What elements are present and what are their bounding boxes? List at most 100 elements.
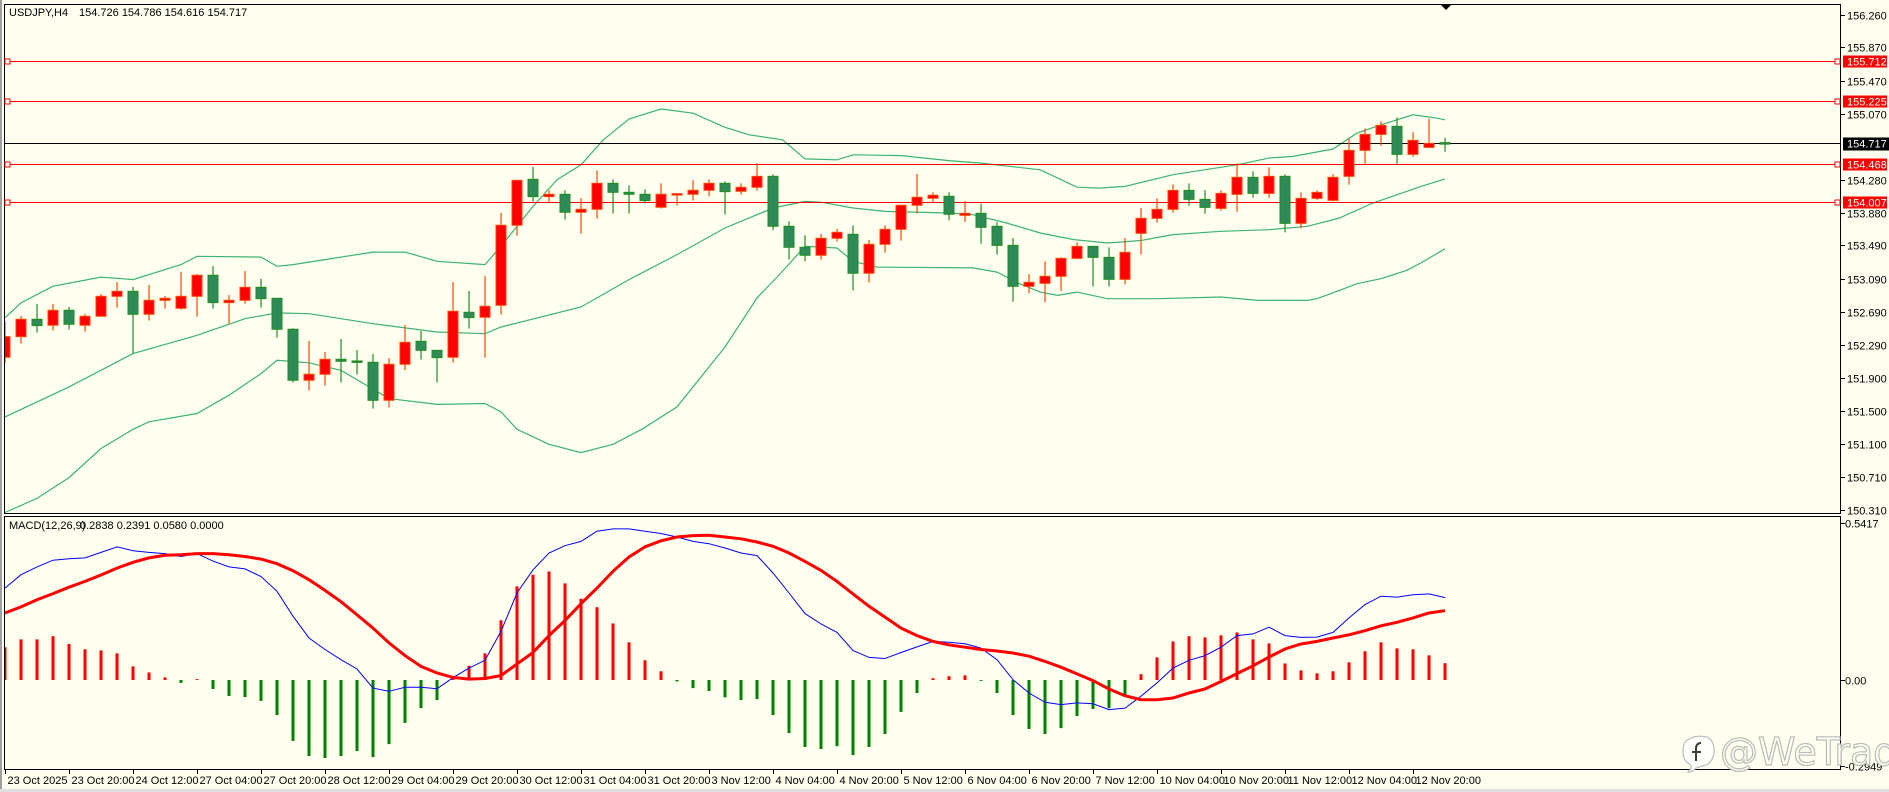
time-tick-label: 10 Nov 04:00 bbox=[1160, 775, 1225, 787]
candle-body bbox=[1103, 256, 1115, 280]
candle bbox=[383, 358, 395, 408]
candle-body bbox=[143, 299, 155, 315]
time-tick-label: 12 Nov 04:00 bbox=[1352, 775, 1417, 787]
candle-body bbox=[783, 225, 795, 248]
macd-values: 0.2838 0.2391 0.0580 0.0000 bbox=[80, 520, 224, 532]
time-tick-label: 30 Oct 12:00 bbox=[520, 775, 583, 787]
candle-body bbox=[1039, 275, 1051, 284]
line-handle-icon[interactable] bbox=[1834, 98, 1841, 105]
candle-body bbox=[175, 295, 187, 309]
macd-label: MACD(12,26,9) bbox=[9, 520, 85, 532]
price-tick-label: 150.710 bbox=[1847, 473, 1887, 485]
line-handle-icon[interactable] bbox=[1834, 199, 1841, 206]
price-tick-label: 156.260 bbox=[1847, 11, 1887, 23]
candle bbox=[767, 174, 779, 231]
candle-body bbox=[527, 178, 539, 198]
price-tick-label: 151.900 bbox=[1847, 374, 1887, 386]
time-tick-label: 3 Nov 12:00 bbox=[712, 775, 771, 787]
candle-body bbox=[431, 349, 443, 359]
candle-body bbox=[399, 341, 411, 365]
watermark-text: @WeTrade bbox=[1720, 730, 1889, 774]
price-tick-label: 155.870 bbox=[1847, 43, 1887, 55]
candle bbox=[287, 328, 299, 383]
time-tick-label: 7 Nov 12:00 bbox=[1096, 775, 1155, 787]
candle-body bbox=[63, 309, 75, 325]
candle bbox=[367, 353, 379, 409]
candle-body bbox=[799, 246, 811, 256]
candle-body bbox=[1055, 257, 1067, 277]
candle-body bbox=[47, 309, 59, 326]
candle-body bbox=[303, 373, 315, 381]
line-handle-icon[interactable] bbox=[4, 199, 11, 206]
time-tick-label: 6 Nov 20:00 bbox=[1032, 775, 1091, 787]
price-tick-label: 152.690 bbox=[1847, 308, 1887, 320]
candle-body bbox=[511, 179, 523, 226]
candle-body bbox=[1327, 176, 1339, 201]
line-handle-icon[interactable] bbox=[4, 98, 11, 105]
candle bbox=[1327, 174, 1339, 202]
candle-body bbox=[191, 274, 203, 297]
candle-body bbox=[15, 318, 27, 338]
candle-body bbox=[559, 193, 571, 213]
candle-body bbox=[1295, 197, 1307, 224]
candle-body bbox=[367, 361, 379, 401]
candle-body bbox=[735, 186, 747, 192]
candle-body bbox=[1023, 281, 1035, 287]
time-tick-label: 29 Oct 20:00 bbox=[456, 775, 519, 787]
candle-body bbox=[1135, 217, 1147, 234]
chart-canvas[interactable]: 155.712155.225154.468154.007154.717 156.… bbox=[0, 0, 1889, 792]
candle-body bbox=[1311, 191, 1323, 199]
line-handle-icon[interactable] bbox=[4, 161, 11, 168]
candle-body bbox=[671, 193, 683, 196]
candle-body bbox=[719, 182, 731, 193]
candle-body bbox=[1183, 189, 1195, 200]
candle-body bbox=[1087, 245, 1099, 258]
time-tick-label: 23 Oct 2025 bbox=[8, 775, 68, 787]
candle-body bbox=[1167, 189, 1179, 210]
candle-body bbox=[415, 340, 427, 351]
candle-body bbox=[991, 225, 1003, 246]
candle-body bbox=[447, 310, 459, 358]
candle-body bbox=[815, 237, 827, 256]
candle-body bbox=[1007, 244, 1019, 287]
time-tick-label: 12 Nov 20:00 bbox=[1416, 775, 1481, 787]
candle-body bbox=[863, 243, 875, 274]
time-tick-label: 11 Nov 12:00 bbox=[1288, 775, 1353, 787]
candle-body bbox=[239, 286, 251, 301]
candle-body bbox=[1375, 124, 1387, 135]
candle-body bbox=[751, 175, 763, 188]
candle-body bbox=[607, 182, 619, 193]
candle-body bbox=[543, 193, 555, 198]
candle-body bbox=[207, 274, 219, 304]
candle-body bbox=[1439, 142, 1451, 145]
candle-body bbox=[111, 290, 123, 297]
price-tick-label: 151.100 bbox=[1847, 440, 1887, 452]
time-tick-label: 31 Oct 20:00 bbox=[648, 775, 711, 787]
candle-body bbox=[767, 175, 779, 227]
line-handle-icon[interactable] bbox=[1834, 161, 1841, 168]
chart-window[interactable]: 155.712 155.225 154.468 154.007 154.717 156.… bbox=[0, 0, 1889, 792]
candle-body bbox=[31, 318, 43, 327]
candle-body bbox=[95, 295, 107, 317]
candle-body bbox=[1391, 125, 1403, 155]
time-tick-label: 28 Oct 12:00 bbox=[328, 775, 391, 787]
ohlc-readout: 154.726 154.786 154.616 154.717 bbox=[79, 7, 247, 19]
line-handle-icon[interactable] bbox=[1834, 58, 1841, 65]
time-tick-label: 29 Oct 04:00 bbox=[392, 775, 455, 787]
line-handle-icon[interactable] bbox=[4, 58, 11, 65]
candle-body bbox=[287, 328, 299, 381]
candle-body bbox=[1215, 192, 1227, 209]
candle-body bbox=[463, 311, 475, 319]
macd-tick-label: 0.00 bbox=[1845, 676, 1866, 688]
candle-body bbox=[1151, 208, 1163, 219]
candle bbox=[1279, 174, 1291, 233]
current-price-label: 154.717 bbox=[1847, 139, 1887, 151]
candle-body bbox=[1359, 133, 1371, 151]
time-tick-label: 27 Oct 04:00 bbox=[200, 775, 263, 787]
time-tick-label: 27 Oct 20:00 bbox=[264, 775, 327, 787]
price-tick-label: 154.280 bbox=[1847, 176, 1887, 188]
candle-body bbox=[927, 194, 939, 199]
time-tick-label: 31 Oct 04:00 bbox=[584, 775, 647, 787]
candle-body bbox=[895, 204, 907, 230]
price-tick-label: 153.880 bbox=[1847, 209, 1887, 221]
